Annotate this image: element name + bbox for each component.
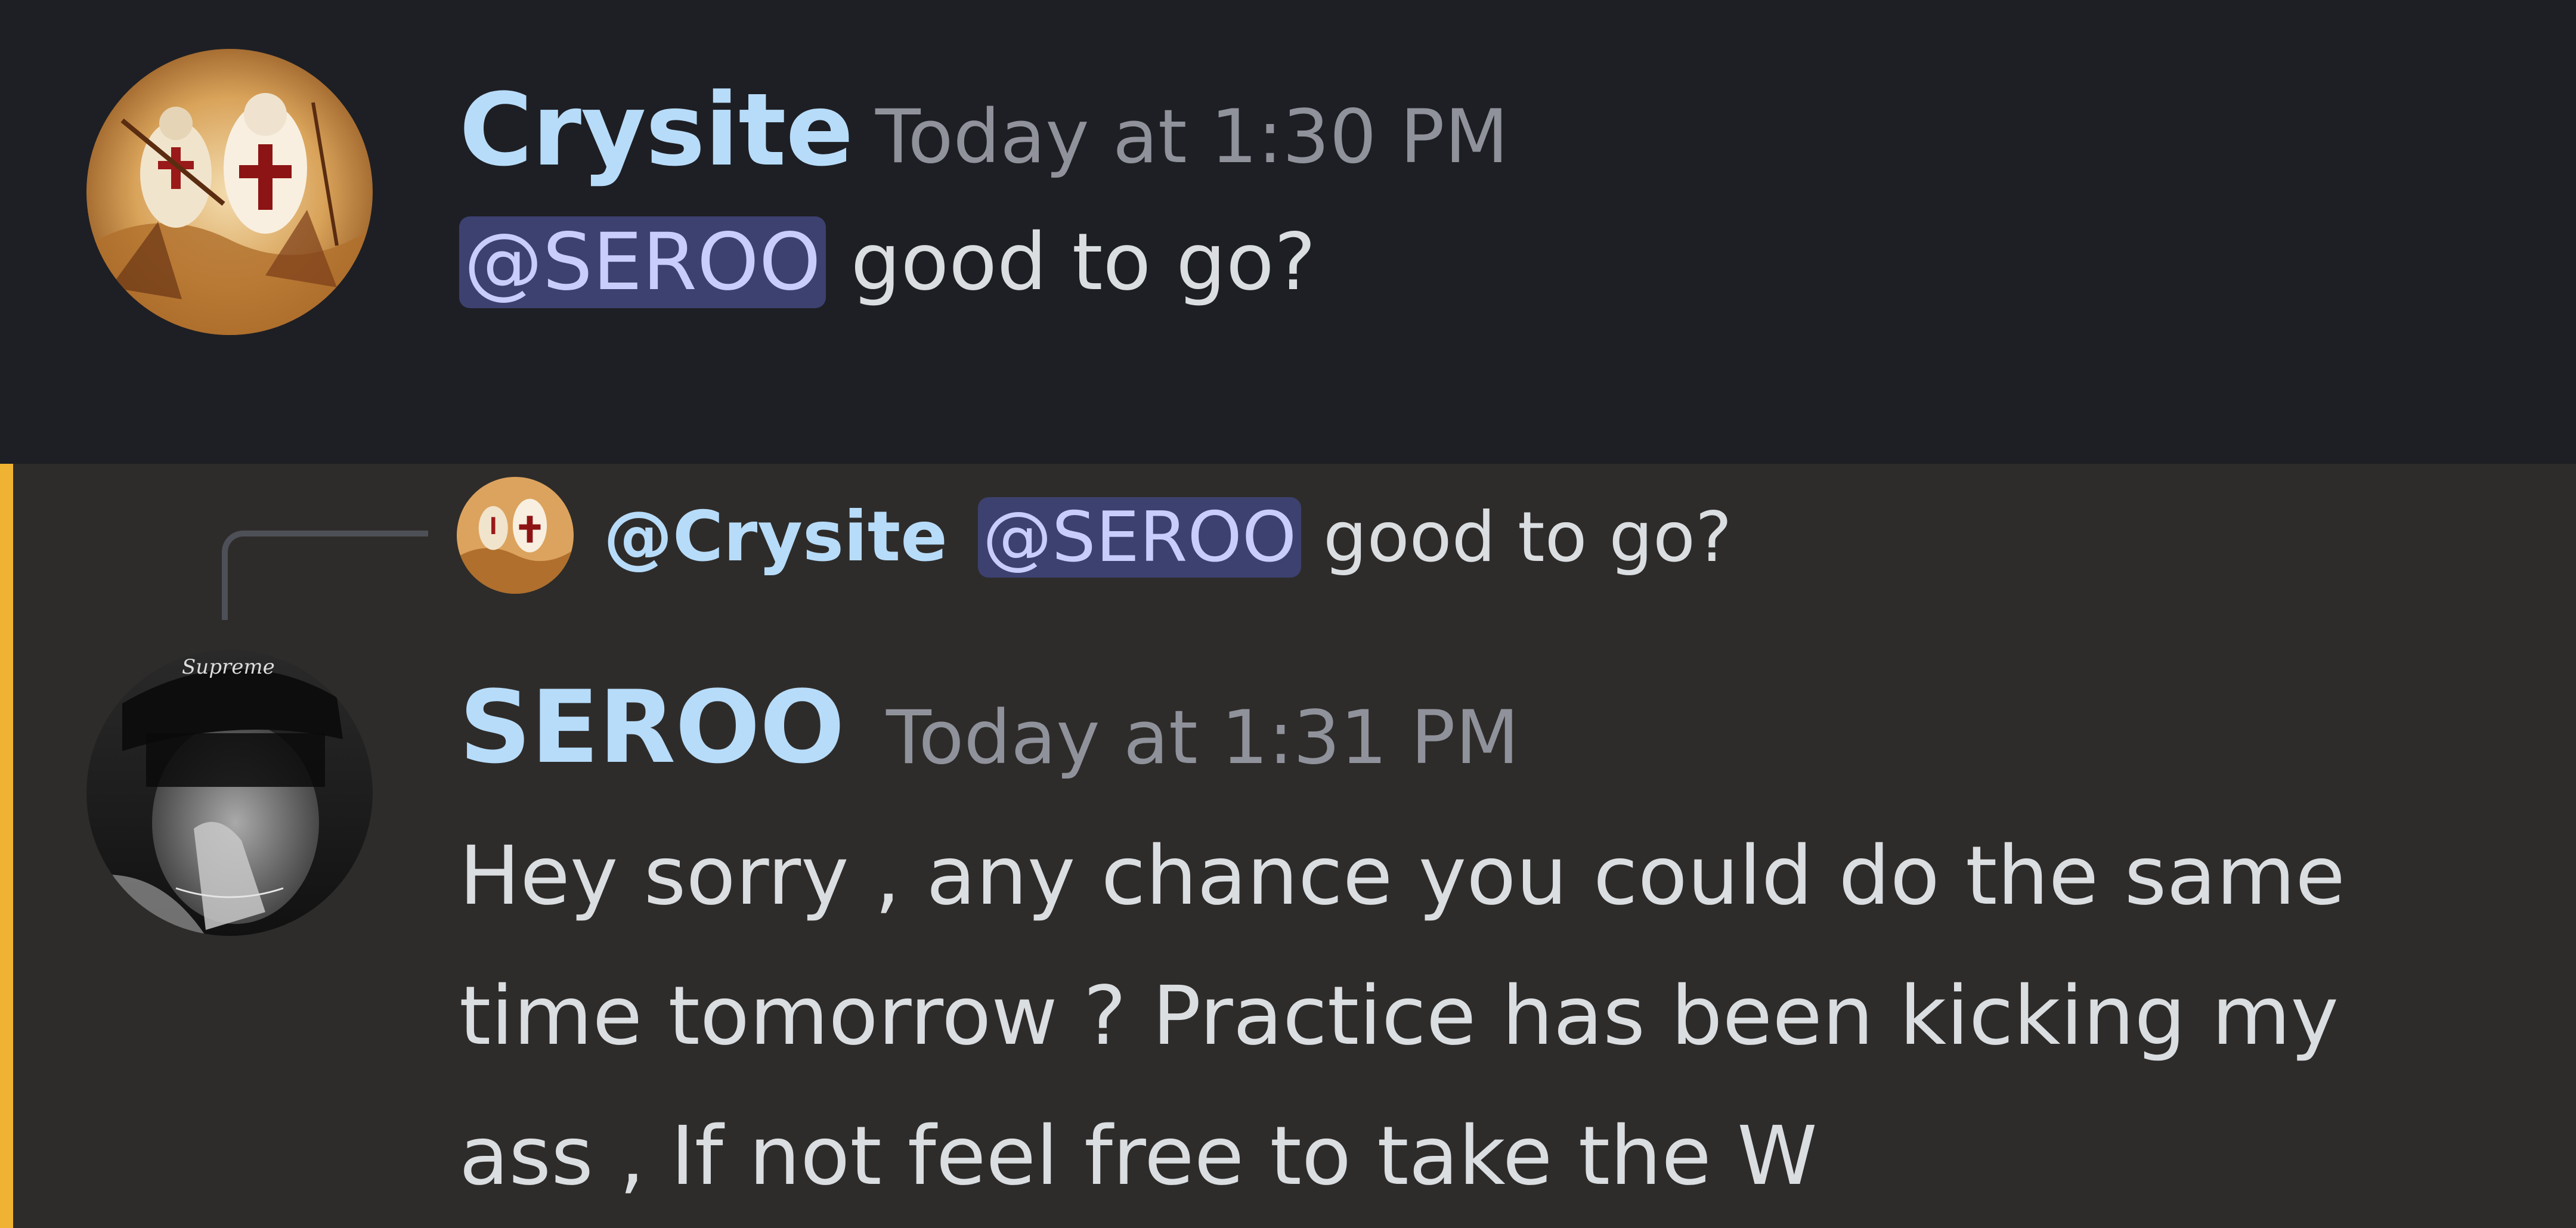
message2-line-2: time tomorrow ? Practice has been kickin… — [459, 969, 2339, 1063]
reply-crysite-avatar[interactable] — [457, 477, 574, 594]
reply-preview[interactable]: @SEROO good to go? — [978, 488, 1732, 588]
message2-timestamp: Today at 1:31 PM — [886, 695, 1519, 781]
mention-highlight-bar — [0, 464, 13, 1228]
mention-seroo[interactable]: @SEROO — [459, 216, 826, 308]
message2-line-1: Hey sorry , any chance you could do the … — [459, 829, 2345, 923]
reply-mention-seroo[interactable]: @SEROO — [978, 497, 1302, 578]
crysite-username[interactable]: Crysite — [459, 70, 853, 190]
seroo-username[interactable]: SEROO — [459, 668, 845, 787]
reply-author[interactable]: @Crysite — [603, 492, 948, 582]
message1-timestamp: Today at 1:30 PM — [875, 94, 1509, 180]
seroo-avatar[interactable]: Supreme — [86, 650, 373, 936]
crysite-avatar[interactable] — [86, 49, 373, 335]
reply-text: good to go? — [1323, 497, 1732, 578]
message1-body: @SEROO good to go? — [459, 206, 1316, 319]
message2-line-3: ass , If not feel free to take the W — [459, 1109, 1818, 1204]
message1-text: good to go? — [850, 216, 1316, 308]
reply-connector — [222, 531, 428, 620]
avatar-cap-text: Supreme — [182, 655, 275, 679]
